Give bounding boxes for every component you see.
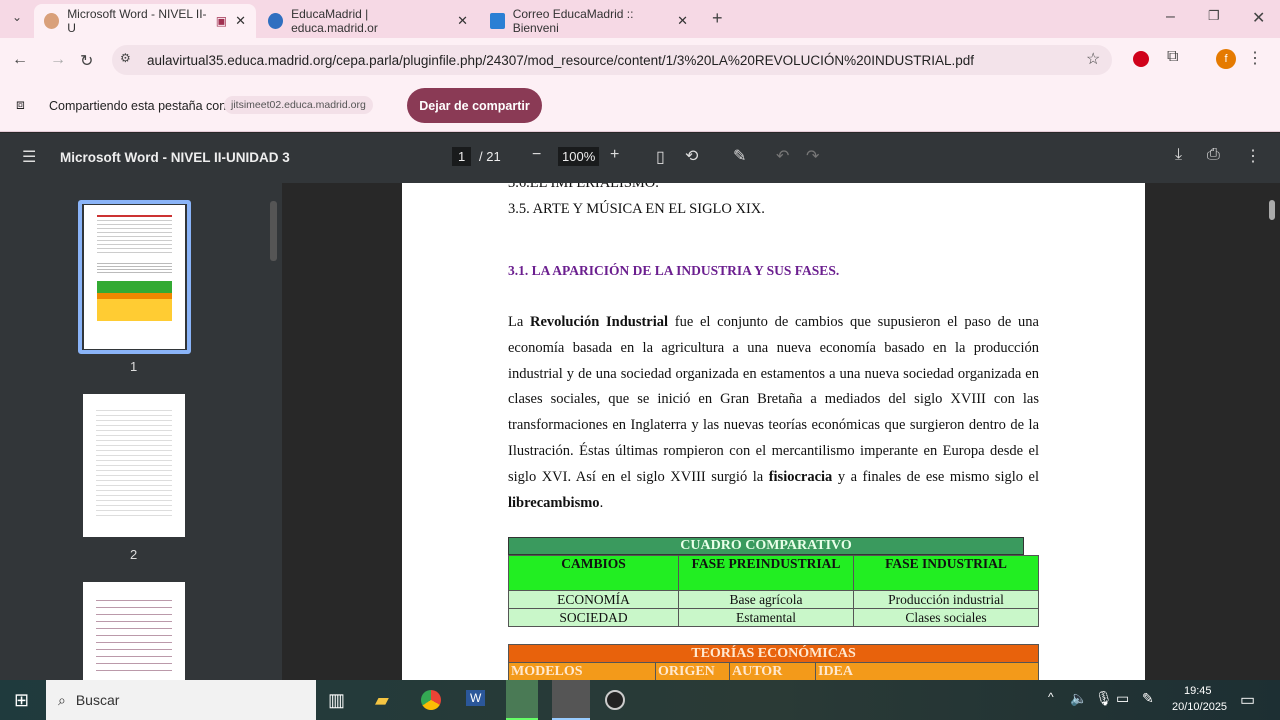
favicon-icon <box>44 13 60 29</box>
tab-correo[interactable]: Correo EducaMadrid :: Bienveni ✕ <box>480 4 698 38</box>
toc-line: 3.5. ARTE Y MÚSICA EN EL SIGLO XIX. <box>508 201 765 217</box>
notifications-icon[interactable]: ▭ <box>1240 690 1255 710</box>
new-tab-button[interactable]: + <box>712 8 723 29</box>
download-icon[interactable]: ⤓ <box>1175 146 1182 164</box>
tab-title: Correo EducaMadrid :: Bienveni <box>512 7 634 35</box>
favicon-icon <box>268 13 284 29</box>
thumbnail-label: 1 <box>130 359 138 374</box>
extension-icon[interactable] <box>1133 51 1149 67</box>
close-icon[interactable]: ✕ <box>235 13 246 29</box>
network-icon[interactable]: ▭ <box>1116 690 1129 707</box>
page-thumbnail-2[interactable] <box>83 394 185 537</box>
zoom-out-button[interactable]: − <box>532 146 541 164</box>
page-total: / 21 <box>479 149 501 164</box>
page-number-input[interactable]: 1 <box>452 147 472 166</box>
page-thumbnail-1[interactable] <box>84 205 185 349</box>
minimize-button[interactable]: – <box>1166 8 1175 26</box>
toc-line: 3.6.EL IMPERIALISMO. <box>508 183 659 191</box>
back-button[interactable]: ← <box>12 51 28 69</box>
thumbnail-label: 2 <box>130 547 138 562</box>
tab-search-icon[interactable]: ⌄ <box>12 10 22 24</box>
menu-icon[interactable]: ⋮ <box>1247 48 1263 68</box>
sidebar-menu-icon[interactable]: ☰ <box>22 147 36 167</box>
stop-sharing-button[interactable]: Dejar de compartir <box>407 88 542 123</box>
clock-time[interactable]: 19:45 <box>1184 685 1212 697</box>
print-icon[interactable]: ⎙ <box>1207 146 1220 164</box>
page-thumbnail-3[interactable] <box>83 582 185 682</box>
zoom-in-button[interactable]: + <box>610 146 619 164</box>
theories-table: TEORÍAS ECONÓMICAS MODELOS ORIGEN AUTOR IDE… <box>508 644 1039 680</box>
tab-word[interactable]: Microsoft Word - NIVEL II-U ▣ ✕ <box>34 4 256 38</box>
redo-icon[interactable]: ↷ <box>806 146 819 166</box>
search-icon: ⌕ <box>58 691 66 708</box>
annotate-icon[interactable]: ✎ <box>733 146 746 166</box>
clock-date[interactable]: 20/10/2025 <box>1172 701 1227 713</box>
tray-chevron-icon[interactable]: ^ <box>1048 690 1054 704</box>
reload-button[interactable]: ↻ <box>80 51 93 71</box>
pen-icon[interactable]: ✎ <box>1142 690 1154 707</box>
rotate-icon[interactable]: ⟲ <box>685 146 698 166</box>
sharing-host: jitsimeet02.educa.madrid.org <box>224 96 373 114</box>
comparison-table: CAMBIOS FASE PREINDUSTRIAL FASE INDUSTRIAL… <box>508 555 1039 627</box>
obs-icon[interactable] <box>605 690 625 710</box>
chrome-icon[interactable] <box>421 690 441 710</box>
site-info-icon[interactable]: ⚙ <box>120 51 131 65</box>
close-icon[interactable]: ✕ <box>457 13 468 29</box>
pdf-toolbar: ☰ Microsoft Word - NIVEL II-UNIDAD 3 1 /… <box>0 133 1280 183</box>
microphone-icon[interactable]: 🎙 <box>1095 690 1113 707</box>
tab-title: EducaMadrid | educa.madrid.or <box>291 7 378 35</box>
word-icon[interactable]: W <box>466 690 486 706</box>
document-title: Microsoft Word - NIVEL II-UNIDAD 3 <box>60 150 290 165</box>
sharing-text: Compartiendo esta pestaña con <box>49 99 227 113</box>
file-explorer-icon[interactable]: ▰ <box>375 690 389 711</box>
fit-page-icon[interactable]: ▯ <box>656 147 665 167</box>
url-text: aulavirtual35.educa.madrid.org/cepa.parl… <box>147 52 974 68</box>
tab-title: Microsoft Word - NIVEL II-U <box>67 7 207 35</box>
forward-button[interactable]: → <box>50 51 66 69</box>
undo-icon[interactable]: ↶ <box>776 146 789 166</box>
mail-icon <box>490 13 505 29</box>
close-window-button[interactable]: ✕ <box>1252 8 1265 28</box>
extensions-icon[interactable]: ⧉ <box>1167 48 1178 66</box>
screen-share-icon: ⧈ <box>16 96 25 112</box>
pdf-page: 3.6.EL IMPERIALISMO. 3.5. ARTE Y MÚSICA … <box>402 183 1145 680</box>
taskbar-search[interactable]: ⌕ Buscar <box>46 680 316 720</box>
app-icon[interactable] <box>506 680 538 720</box>
sidebar-scrollbar[interactable] <box>270 201 277 261</box>
paragraph: La Revolución Industrial fue el conjunto… <box>508 314 1039 511</box>
maximize-button[interactable]: ❐ <box>1208 8 1220 24</box>
zoom-input[interactable]: 100% <box>558 147 600 166</box>
volume-icon[interactable]: 🔈 <box>1070 690 1087 707</box>
bookmark-star-icon[interactable]: ☆ <box>1086 49 1100 69</box>
document-scrollbar[interactable] <box>1269 200 1275 220</box>
close-icon[interactable]: ✕ <box>677 13 688 29</box>
search-placeholder: Buscar <box>75 692 120 708</box>
url-input[interactable]: aulavirtual35.educa.madrid.org/cepa.parl… <box>112 45 1112 75</box>
task-view-icon[interactable]: ▥ <box>328 690 345 711</box>
sharing-icon: ▣ <box>215 14 228 28</box>
more-options-icon[interactable]: ⋮ <box>1245 146 1261 166</box>
profile-avatar[interactable]: f <box>1216 49 1236 69</box>
windows-start-icon[interactable]: ⊞ <box>14 690 29 711</box>
tab-bar: ⌄ Microsoft Word - NIVEL II-U ▣ ✕ EducaMad… <box>0 0 1280 38</box>
section-heading: 3.1. LA APARICIÓN DE LA INDUSTRIA Y SUS … <box>508 263 840 278</box>
table-title: CUADRO COMPARATIVO <box>508 537 1024 555</box>
chrome-profile-icon[interactable] <box>552 680 590 720</box>
tab-educamadrid[interactable]: EducaMadrid | educa.madrid.or ✕ <box>258 4 478 38</box>
thumbnail-sidebar: 1 2 <box>0 183 282 682</box>
taskbar: ⊞ ⌕ Buscar ▥ ▰ W ^ 🔈 🎙 ▭ ✎ 19:45 20/10/20… <box>0 680 1280 720</box>
sharing-bar: ⧈ Compartiendo esta pestaña con jitsimee… <box>0 82 1280 132</box>
